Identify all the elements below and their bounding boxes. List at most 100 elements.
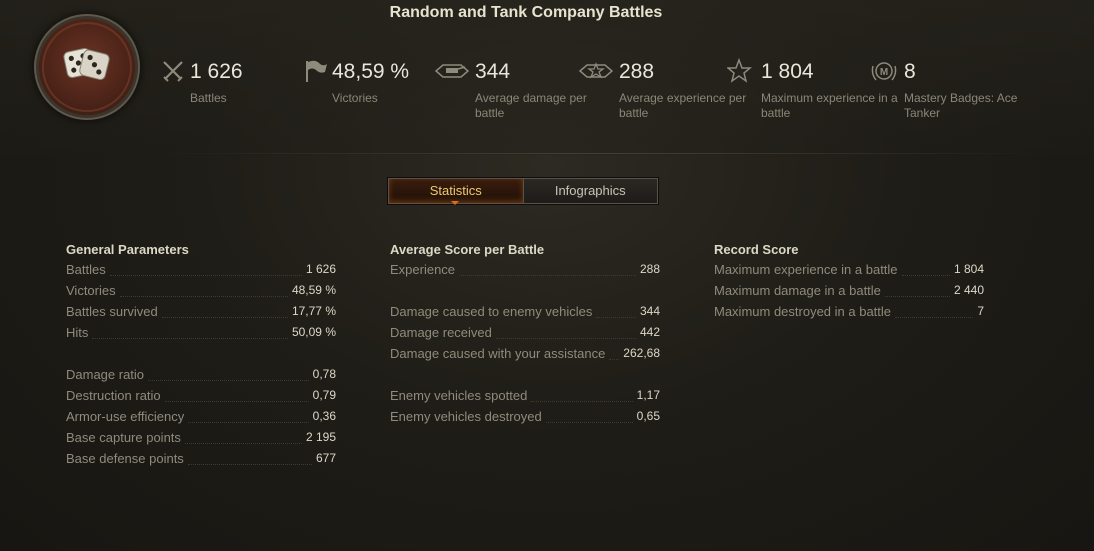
row-label: Damage caused to enemy vehicles bbox=[390, 304, 593, 319]
svg-text:M: M bbox=[880, 67, 888, 78]
row-label: Maximum destroyed in a battle bbox=[714, 304, 892, 319]
stat-value: 8 bbox=[904, 60, 916, 83]
tab-infographics[interactable]: Infographics bbox=[522, 179, 657, 203]
leader-dots bbox=[609, 346, 620, 360]
stat-label: Battles bbox=[190, 91, 227, 105]
row-gap bbox=[66, 346, 336, 367]
row-label: Base defense points bbox=[66, 451, 184, 466]
stat-row: Damage ratio 0,78 bbox=[66, 367, 336, 388]
page-title: Random and Tank Company Battles bbox=[389, 4, 663, 21]
row-value: 7 bbox=[977, 304, 984, 318]
row-value: 0,65 bbox=[636, 409, 660, 423]
stat-row: Enemy vehicles destroyed 0,65 bbox=[390, 409, 660, 430]
row-label: Maximum experience in a battle bbox=[714, 262, 898, 277]
row-value: 0,36 bbox=[312, 409, 336, 423]
row-value: 677 bbox=[315, 451, 336, 465]
row-label: Base capture points bbox=[66, 430, 181, 445]
row-gap bbox=[390, 283, 660, 304]
row-label: Hits bbox=[66, 325, 89, 340]
stat-label: Average damage per battle bbox=[475, 91, 587, 120]
row-label: Damage received bbox=[390, 325, 492, 340]
damage-tank-icon bbox=[435, 64, 469, 78]
row-value: 50,09 % bbox=[291, 325, 336, 339]
tab-label: Statistics bbox=[429, 183, 482, 198]
leader-dots bbox=[884, 283, 950, 297]
leader-dots bbox=[545, 409, 633, 423]
tab-label: Infographics bbox=[554, 183, 626, 198]
leader-dots bbox=[495, 325, 636, 339]
row-value: 1,17 bbox=[636, 388, 660, 402]
active-tab-indicator bbox=[451, 201, 459, 205]
stat-row: Maximum damage in a battle 2 440 bbox=[714, 283, 984, 304]
leader-dots bbox=[148, 367, 309, 381]
leader-dots bbox=[164, 388, 309, 402]
view-tabs: Statistics Infographics bbox=[388, 178, 658, 205]
header-divider bbox=[150, 153, 1050, 154]
stat-row: Base capture points 2 195 bbox=[66, 430, 336, 451]
stat-row: Damage caused with your assistance 262,68 bbox=[390, 346, 660, 367]
stat-value: 344 bbox=[475, 60, 511, 83]
stat-row: Battles 1 626 bbox=[66, 262, 336, 283]
star-icon bbox=[727, 58, 753, 83]
leader-dots bbox=[161, 304, 288, 318]
row-label: Enemy vehicles spotted bbox=[390, 388, 528, 403]
row-value: 344 bbox=[639, 304, 660, 318]
stat-row: Armor-use efficiency 0,36 bbox=[66, 409, 336, 430]
dice-icon bbox=[42, 22, 132, 112]
row-label: Victories bbox=[66, 283, 116, 298]
average-score-section: Average Score per Battle Experience 288 D… bbox=[390, 241, 660, 430]
row-value: 0,78 bbox=[312, 367, 336, 381]
stat-label: Average experience per battle bbox=[619, 91, 747, 120]
winged-star-icon bbox=[579, 62, 613, 79]
record-score-section: Record Score Maximum experience in a bat… bbox=[714, 241, 984, 325]
row-label: Battles bbox=[66, 262, 106, 277]
leader-dots bbox=[188, 409, 309, 423]
stat-row: Victories 48,59 % bbox=[66, 283, 336, 304]
row-label: Damage caused with your assistance bbox=[390, 346, 606, 361]
row-label: Armor-use efficiency bbox=[66, 409, 185, 424]
row-value: 442 bbox=[639, 325, 660, 339]
row-value: 1 626 bbox=[305, 262, 336, 276]
stat-row: Damage caused to enemy vehicles 344 bbox=[390, 304, 660, 325]
row-value: 48,59 % bbox=[291, 283, 336, 297]
stat-label: Victories bbox=[332, 91, 378, 105]
stat-value: 1 804 bbox=[761, 60, 814, 83]
section-title: Average Score per Battle bbox=[390, 242, 545, 257]
stat-row: Base defense points 677 bbox=[66, 451, 336, 472]
stat-row: Battles survived 17,77 % bbox=[66, 304, 336, 325]
leader-dots bbox=[531, 388, 633, 402]
leader-dots bbox=[901, 262, 950, 276]
row-value: 288 bbox=[639, 262, 660, 276]
row-value: 2 195 bbox=[305, 430, 336, 444]
leader-dots bbox=[895, 304, 974, 318]
stat-row: Maximum experience in a battle 1 804 bbox=[714, 262, 984, 283]
leader-dots bbox=[187, 451, 312, 465]
row-label: Destruction ratio bbox=[66, 388, 161, 403]
mastery-badge-icon: M bbox=[871, 62, 897, 81]
row-label: Battles survived bbox=[66, 304, 158, 319]
leader-dots bbox=[596, 304, 636, 318]
stat-row: Enemy vehicles spotted 1,17 bbox=[390, 388, 660, 409]
stat-value: 288 bbox=[619, 60, 655, 83]
stat-value: 1 626 bbox=[190, 60, 243, 83]
stat-row: Damage received 442 bbox=[390, 325, 660, 346]
row-label: Damage ratio bbox=[66, 367, 145, 382]
row-label: Enemy vehicles destroyed bbox=[390, 409, 542, 424]
leader-dots bbox=[184, 430, 302, 444]
stat-label: Maximum experience in a battle bbox=[761, 91, 898, 120]
row-gap bbox=[390, 367, 660, 388]
row-value: 1 804 bbox=[953, 262, 984, 276]
stat-row: Maximum destroyed in a battle 7 bbox=[714, 304, 984, 325]
stat-label: Mastery Badges: Ace Tanker bbox=[904, 91, 1018, 120]
stat-row: Experience 288 bbox=[390, 262, 660, 283]
general-parameters-section: General Parameters Battles 1 626 Victorie… bbox=[66, 241, 336, 472]
tab-statistics[interactable]: Statistics bbox=[389, 179, 523, 205]
row-value: 2 440 bbox=[953, 283, 984, 297]
leader-dots bbox=[109, 262, 302, 276]
row-label: Experience bbox=[390, 262, 456, 277]
battle-type-emblem bbox=[39, 19, 135, 115]
row-label: Maximum damage in a battle bbox=[714, 283, 881, 298]
stat-value: 48,59 % bbox=[332, 60, 410, 83]
stat-row: Destruction ratio 0,79 bbox=[66, 388, 336, 409]
section-title: Record Score bbox=[714, 242, 799, 257]
